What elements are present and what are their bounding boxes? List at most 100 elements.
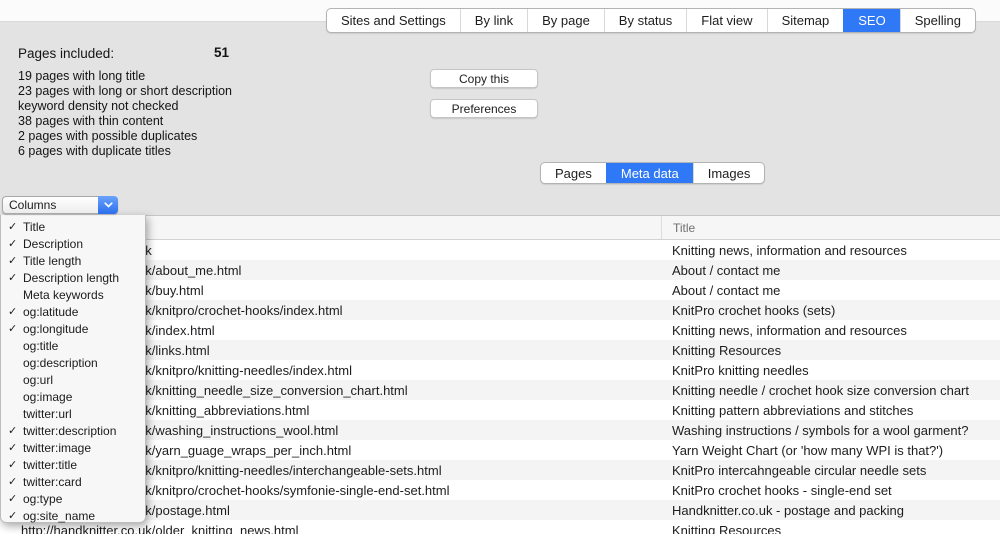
- menu-item-label: og:description: [23, 356, 98, 370]
- menu-item-label: og:image: [23, 390, 72, 404]
- title-cell: About / contact me: [661, 263, 1000, 278]
- title-cell: KnitPro crochet hooks - single-end set: [661, 483, 1000, 498]
- table-row[interactable]: http://handknitter.co.uk/index.htmlKnitt…: [0, 320, 1000, 340]
- menu-item-og-description[interactable]: og:description: [1, 354, 145, 371]
- menu-item-label: twitter:image: [23, 441, 91, 455]
- summary-line: keyword density not checked: [18, 99, 232, 114]
- table-row[interactable]: http://handknitter.co.uk/knitpro/knittin…: [0, 460, 1000, 480]
- menu-item-label: og:latitude: [23, 305, 78, 319]
- tab-images[interactable]: Images: [693, 163, 765, 183]
- menu-item-label: Meta keywords: [23, 288, 104, 302]
- columns-popup-label: Columns: [2, 196, 98, 214]
- table-header-row: Title: [0, 216, 1000, 240]
- checkmark-icon: ✓: [1, 254, 23, 267]
- meta-data-table: Title http://handknitter.co.ukKnitting n…: [0, 215, 1000, 534]
- title-cell: About / contact me: [661, 283, 1000, 298]
- menu-item-label: twitter:title: [23, 458, 77, 472]
- chevron-down-icon: [98, 196, 118, 214]
- checkmark-icon: ✓: [1, 271, 23, 284]
- seo-summary-list: 19 pages with long title 23 pages with l…: [18, 69, 232, 159]
- menu-item-label: Title length: [23, 254, 81, 268]
- tab-seo[interactable]: SEO: [843, 9, 899, 32]
- summary-line: 19 pages with long title: [18, 69, 232, 84]
- table-body: http://handknitter.co.ukKnitting news, i…: [0, 240, 1000, 534]
- menu-item-title[interactable]: ✓Title: [1, 218, 145, 235]
- checkmark-icon: ✓: [1, 492, 23, 505]
- title-cell: Knitting needle / crochet hook size conv…: [661, 383, 1000, 398]
- checkmark-icon: ✓: [1, 509, 23, 522]
- menu-item-og-url[interactable]: og:url: [1, 371, 145, 388]
- table-row[interactable]: http://handknitter.co.uk/buy.htmlAbout /…: [0, 280, 1000, 300]
- table-row[interactable]: http://handknitter.co.uk/links.htmlKnitt…: [0, 340, 1000, 360]
- table-row[interactable]: http://handknitter.co.uk/about_me.htmlAb…: [0, 260, 1000, 280]
- table-row[interactable]: http://handknitter.co.uk/knitting_needle…: [0, 380, 1000, 400]
- menu-item-label: og:url: [23, 373, 53, 387]
- menu-item-meta-keywords[interactable]: Meta keywords: [1, 286, 145, 303]
- column-header-title[interactable]: Title: [661, 216, 1000, 239]
- copy-this-button[interactable]: Copy this: [430, 69, 538, 88]
- tab-flat-view[interactable]: Flat view: [686, 9, 766, 32]
- menu-item-description[interactable]: ✓Description: [1, 235, 145, 252]
- title-cell: Washing instructions / symbols for a woo…: [661, 423, 1000, 438]
- menu-item-title-length[interactable]: ✓Title length: [1, 252, 145, 269]
- menu-item-description-length[interactable]: ✓Description length: [1, 269, 145, 286]
- table-row[interactable]: http://handknitter.co.uk/washing_instruc…: [0, 420, 1000, 440]
- menu-item-og-image[interactable]: og:image: [1, 388, 145, 405]
- menu-item-og-title[interactable]: og:title: [1, 337, 145, 354]
- menu-item-label: og:longitude: [23, 322, 88, 336]
- tab-sites-and-settings[interactable]: Sites and Settings: [327, 9, 460, 32]
- columns-popup-button[interactable]: Columns: [2, 196, 118, 214]
- menu-item-og-site-name[interactable]: ✓og:site_name: [1, 507, 145, 524]
- tab-sitemap[interactable]: Sitemap: [767, 9, 844, 32]
- tab-by-link[interactable]: By link: [460, 9, 527, 32]
- tab-meta-data[interactable]: Meta data: [606, 163, 693, 183]
- checkmark-icon: ✓: [1, 305, 23, 318]
- menu-item-label: Description length: [23, 271, 119, 285]
- table-row[interactable]: http://handknitter.co.uk/knitpro/crochet…: [0, 300, 1000, 320]
- tab-by-page[interactable]: By page: [527, 9, 604, 32]
- menu-item-twitter-title[interactable]: ✓twitter:title: [1, 456, 145, 473]
- table-row[interactable]: http://handknitter.co.uk/older_knitting_…: [0, 520, 1000, 534]
- menu-item-label: twitter:description: [23, 424, 116, 438]
- checkmark-icon: ✓: [1, 220, 23, 233]
- menu-item-og-type[interactable]: ✓og:type: [1, 490, 145, 507]
- preferences-button[interactable]: Preferences: [430, 99, 538, 118]
- checkmark-icon: ✓: [1, 322, 23, 335]
- summary-line: 2 pages with possible duplicates: [18, 129, 232, 144]
- title-cell: KnitPro knitting needles: [661, 363, 1000, 378]
- table-row[interactable]: http://handknitter.co.uk/postage.htmlHan…: [0, 500, 1000, 520]
- table-row[interactable]: http://handknitter.co.uk/knitpro/knittin…: [0, 360, 1000, 380]
- table-row[interactable]: http://handknitter.co.uk/yarn_guage_wrap…: [0, 440, 1000, 460]
- tab-by-status[interactable]: By status: [604, 9, 686, 32]
- summary-line: 6 pages with duplicate titles: [18, 144, 232, 159]
- menu-item-og-latitude[interactable]: ✓og:latitude: [1, 303, 145, 320]
- pages-included-count: 51: [214, 45, 229, 60]
- checkmark-icon: ✓: [1, 441, 23, 454]
- checkmark-icon: ✓: [1, 237, 23, 250]
- table-row[interactable]: http://handknitter.co.uk/knitpro/crochet…: [0, 480, 1000, 500]
- title-cell: KnitPro intercahngeable circular needle …: [661, 463, 1000, 478]
- menu-item-twitter-description[interactable]: ✓twitter:description: [1, 422, 145, 439]
- table-row[interactable]: http://handknitter.co.uk/knitting_abbrev…: [0, 400, 1000, 420]
- menu-item-twitter-card[interactable]: ✓twitter:card: [1, 473, 145, 490]
- title-cell: Knitting Resources: [661, 523, 1000, 534]
- menu-item-label: twitter:card: [23, 475, 82, 489]
- title-cell: KnitPro crochet hooks (sets): [661, 303, 1000, 318]
- tab-spelling[interactable]: Spelling: [900, 9, 975, 32]
- table-row[interactable]: http://handknitter.co.ukKnitting news, i…: [0, 240, 1000, 260]
- menu-item-twitter-image[interactable]: ✓twitter:image: [1, 439, 145, 456]
- menu-item-og-longitude[interactable]: ✓og:longitude: [1, 320, 145, 337]
- title-cell: Knitting Resources: [661, 343, 1000, 358]
- checkmark-icon: ✓: [1, 458, 23, 471]
- columns-dropdown-menu: ✓Title ✓Description ✓Title length ✓Descr…: [0, 215, 146, 523]
- url-cell: http://handknitter.co.uk/older_knitting_…: [0, 523, 661, 534]
- menu-item-twitter-url[interactable]: twitter:url: [1, 405, 145, 422]
- menu-item-label: og:type: [23, 492, 62, 506]
- menu-item-label: twitter:url: [23, 407, 72, 421]
- menu-item-label: Description: [23, 237, 83, 251]
- title-cell: Knitting news, information and resources: [661, 323, 1000, 338]
- menu-item-label: og:site_name: [23, 509, 95, 523]
- checkmark-icon: ✓: [1, 475, 23, 488]
- tab-pages[interactable]: Pages: [541, 163, 606, 183]
- title-cell: Yarn Weight Chart (or 'how many WPI is t…: [661, 443, 1000, 458]
